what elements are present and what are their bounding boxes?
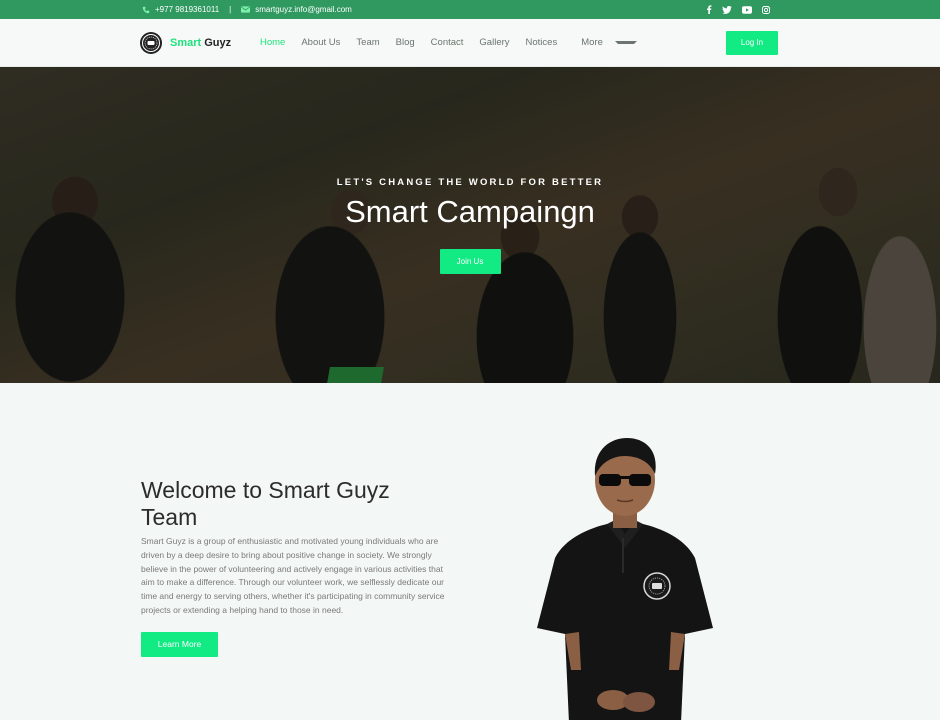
brand[interactable]: Smart Guyz bbox=[140, 31, 250, 54]
main-navbar: Smart Guyz Home About Us Team Blog Conta… bbox=[0, 19, 940, 67]
nav-item-more-label: More bbox=[581, 37, 603, 48]
twitter-icon[interactable] bbox=[722, 5, 732, 14]
nav-item-contact[interactable]: Contact bbox=[423, 37, 472, 48]
nav-item-team[interactable]: Team bbox=[348, 37, 387, 48]
brand-name-first: Smart bbox=[170, 36, 202, 49]
phone-icon bbox=[142, 6, 150, 14]
divider: | bbox=[229, 5, 232, 14]
nav-item-gallery[interactable]: Gallery bbox=[471, 37, 517, 48]
email-contact[interactable]: smartguyz.info@gmail.com bbox=[241, 5, 352, 14]
email-address: smartguyz.info@gmail.com bbox=[255, 5, 352, 14]
nav-item-home[interactable]: Home bbox=[252, 37, 293, 48]
contact-info: +977 9819361011 | smartguyz.info@gmail.c… bbox=[142, 5, 352, 14]
team-member-photo bbox=[537, 438, 713, 720]
nav-item-blog[interactable]: Blog bbox=[388, 37, 423, 48]
envelope-icon bbox=[241, 6, 251, 13]
facebook-icon[interactable] bbox=[706, 5, 712, 14]
phone-number: +977 9819361011 bbox=[155, 5, 220, 14]
brand-name-second: Guyz bbox=[204, 36, 232, 49]
nav-item-more[interactable]: More bbox=[565, 37, 645, 48]
welcome-text: Welcome to Smart Guyz Team Smart Guyz is… bbox=[141, 477, 451, 657]
chevron-down-icon bbox=[614, 41, 637, 44]
join-us-button[interactable]: Join Us bbox=[439, 249, 501, 274]
logo-icon bbox=[140, 31, 162, 54]
nav-item-notices[interactable]: Notices bbox=[518, 37, 566, 48]
welcome-description: Smart Guyz is a group of enthusiastic an… bbox=[141, 536, 445, 615]
top-bar: +977 9819361011 | smartguyz.info@gmail.c… bbox=[0, 0, 940, 19]
hero-banner: LET'S CHANGE THE WORLD FOR BETTER Smart … bbox=[0, 67, 940, 383]
instagram-icon[interactable] bbox=[762, 5, 770, 14]
phone-contact[interactable]: +977 9819361011 bbox=[142, 5, 219, 14]
youtube-icon[interactable] bbox=[742, 5, 752, 14]
social-links bbox=[706, 5, 770, 14]
brand-name: Smart Guyz bbox=[170, 37, 231, 49]
welcome-section: Welcome to Smart Guyz Team Smart Guyz is… bbox=[0, 383, 940, 720]
learn-more-button[interactable]: Learn More bbox=[141, 631, 218, 657]
nav-menu: Home About Us Team Blog Contact Gallery … bbox=[252, 37, 645, 48]
hero-tagline: LET'S CHANGE THE WORLD FOR BETTER bbox=[336, 177, 604, 188]
hero-title: Smart Campaingn bbox=[345, 194, 595, 229]
login-button[interactable]: Log In bbox=[726, 30, 778, 55]
nav-item-about-us[interactable]: About Us bbox=[293, 37, 348, 48]
hero-content: LET'S CHANGE THE WORLD FOR BETTER Smart … bbox=[0, 177, 940, 274]
welcome-heading: Welcome to Smart Guyz Team bbox=[141, 477, 390, 530]
